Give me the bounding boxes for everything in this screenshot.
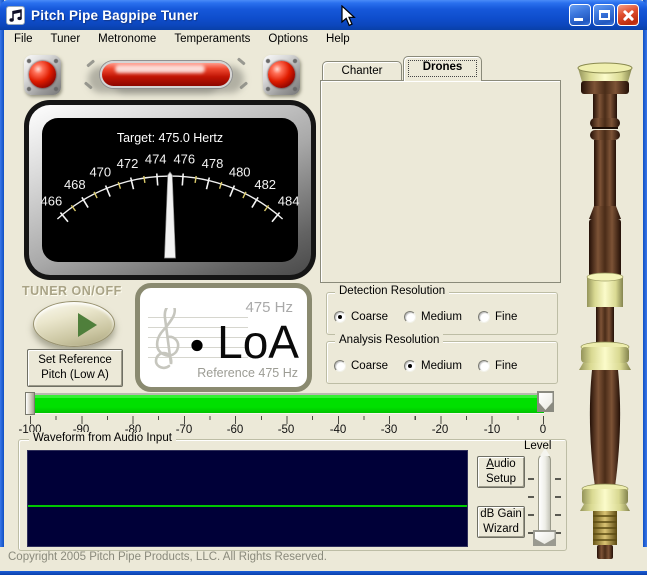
menu-temperaments[interactable]: Temperaments <box>165 31 259 47</box>
level-bar-left-thumb[interactable] <box>25 392 35 415</box>
note-display-panel: 475 Hz LoA Reference 475 Hz <box>135 283 312 392</box>
svg-text:472: 472 <box>117 156 139 171</box>
window-border <box>643 0 647 547</box>
svg-text:482: 482 <box>254 177 276 192</box>
red-led-icon <box>24 55 61 95</box>
tuner-onoff-button[interactable] <box>33 301 115 347</box>
waveform-trace <box>28 505 467 507</box>
svg-text:470: 470 <box>89 165 111 180</box>
svg-text:478: 478 <box>202 156 224 171</box>
window-title: Pitch Pipe Bagpipe Tuner <box>31 8 198 23</box>
maximize-icon <box>599 10 610 20</box>
radio-detection-fine[interactable] <box>478 311 490 323</box>
svg-text:466: 466 <box>41 194 63 209</box>
radio-analysis-fine[interactable] <box>478 360 490 372</box>
tuning-meter: Target: 475.0 Hertz 466 468 <box>24 100 316 280</box>
audio-setup-button[interactable]: Audio Setup <box>477 456 525 488</box>
svg-text:474: 474 <box>145 152 167 167</box>
music-note-icon <box>6 6 25 25</box>
tab-chanter[interactable]: Chanter <box>322 61 402 80</box>
note-dot-icon <box>191 340 202 351</box>
note-frequency: 475 Hz <box>245 299 293 316</box>
waveform-display <box>27 450 468 547</box>
red-led-icon <box>263 55 300 95</box>
bagpipe-drone-image <box>570 50 640 563</box>
db-gain-wizard-button[interactable]: dB Gain Wizard <box>477 506 525 538</box>
menu-file[interactable]: File <box>5 31 42 47</box>
radio-analysis-medium[interactable] <box>404 360 416 372</box>
radio-detection-coarse[interactable] <box>334 311 346 323</box>
level-slider-thumb[interactable] <box>533 530 556 546</box>
radio-detection-medium[interactable] <box>404 311 416 323</box>
menu-tuner[interactable]: Tuner <box>42 31 90 47</box>
svg-text:476: 476 <box>173 152 195 167</box>
radio-analysis-coarse[interactable] <box>334 360 346 372</box>
red-pill-lamp-icon <box>100 61 232 88</box>
app-window: Pitch Pipe Bagpipe Tuner File Tuner Metr… <box>0 0 647 575</box>
maximize-button[interactable] <box>593 4 615 26</box>
close-button[interactable] <box>617 4 639 26</box>
menu-metronome[interactable]: Metronome <box>89 31 165 47</box>
level-bar-right-thumb[interactable] <box>537 391 554 412</box>
note-name: LoA <box>217 319 299 365</box>
meter-needle <box>165 172 176 258</box>
meter-target-label: Target: 475.0 Hertz <box>117 131 223 145</box>
waveform-group: Waveform from Audio Input Audio Setup dB… <box>18 439 567 551</box>
window-border <box>0 0 4 547</box>
signal-level-bar <box>30 393 544 414</box>
tab-panel <box>320 80 561 283</box>
mouse-cursor-icon <box>341 5 357 28</box>
minimize-button[interactable] <box>569 4 591 26</box>
menu-options[interactable]: Options <box>259 31 317 47</box>
set-reference-pitch-button[interactable]: Set Reference Pitch (Low A) <box>27 349 123 387</box>
svg-text:468: 468 <box>64 177 86 192</box>
tuner-onoff-label: TUNER ON/OFF <box>22 284 122 298</box>
svg-text:484: 484 <box>278 194 300 209</box>
copyright-text: Copyright 2005 Pitch Pipe Products, LLC.… <box>8 551 327 563</box>
tab-drones[interactable]: Drones <box>403 56 482 81</box>
window-border <box>0 571 647 575</box>
menu-help[interactable]: Help <box>317 31 359 47</box>
menu-bar: File Tuner Metronome Temperaments Option… <box>4 30 643 48</box>
minimize-icon <box>574 18 583 21</box>
svg-text:480: 480 <box>229 165 251 180</box>
note-reference: Reference 475 Hz <box>197 366 298 380</box>
title-bar[interactable]: Pitch Pipe Bagpipe Tuner <box>0 0 647 30</box>
